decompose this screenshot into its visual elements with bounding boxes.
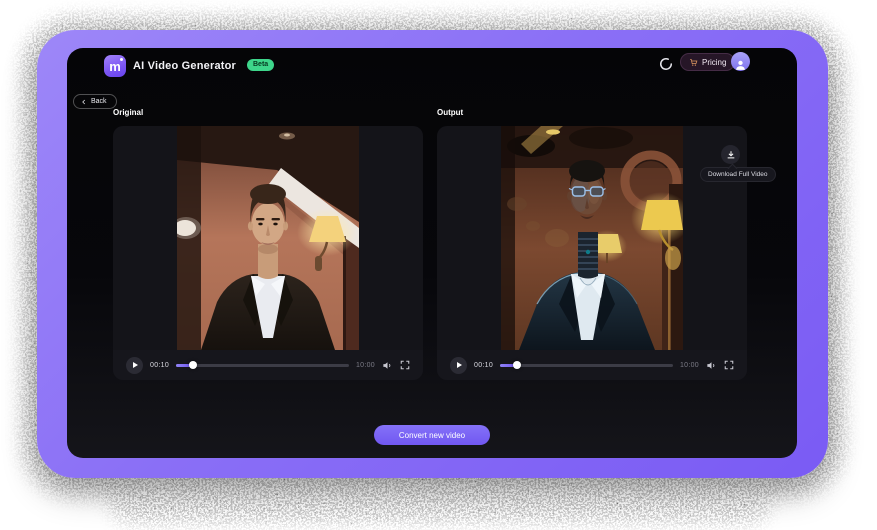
output-player-controls: 00:10 10:00 [437,350,747,380]
play-icon [133,362,138,368]
volume-icon [706,360,717,371]
original-play-button[interactable] [126,357,143,374]
play-icon [457,362,462,368]
page-background: m AI Video Generator Beta Pricing [0,0,877,530]
output-video-frame[interactable] [501,126,683,350]
original-volume-button[interactable] [382,360,393,371]
download-tooltip: Download Full Video [700,167,776,182]
output-fullscreen-button[interactable] [724,360,734,370]
output-video-illustration [501,126,683,350]
original-duration: 10:00 [356,362,375,369]
back-label: Back [91,98,107,105]
original-current-time: 00:10 [150,362,169,369]
back-button[interactable]: Back [73,94,117,109]
original-seek-slider[interactable] [176,364,349,367]
app-title: AI Video Generator [133,60,236,72]
download-icon [726,150,736,160]
download-button[interactable] [721,145,740,164]
original-fullscreen-button[interactable] [400,360,410,370]
beta-badge: Beta [247,59,274,71]
output-panel-label: Output [437,108,463,117]
loading-spinner-icon [659,57,673,71]
volume-icon [382,360,393,371]
pricing-button[interactable]: Pricing [680,53,735,71]
original-video-frame[interactable] [177,126,359,350]
purple-device-frame: m AI Video Generator Beta Pricing [37,30,828,478]
original-seek-thumb[interactable] [189,361,197,369]
original-video-card: 00:10 10:00 [113,126,423,380]
person-icon [734,58,747,71]
output-play-button[interactable] [450,357,467,374]
pricing-label: Pricing [702,58,726,67]
cart-icon [689,58,698,67]
logo-letter: m [109,60,121,73]
output-duration: 10:00 [680,362,699,369]
output-seek-slider[interactable] [500,364,673,367]
output-volume-button[interactable] [706,360,717,371]
original-panel-label: Original [113,108,143,117]
output-seek-fill [500,364,517,367]
convert-new-video-button[interactable]: Convert new video [374,425,490,445]
output-current-time: 00:10 [474,362,493,369]
original-seek-fill [176,364,193,367]
output-video-card: 00:10 10:00 [437,126,747,380]
fullscreen-icon [724,360,734,370]
original-player-controls: 00:10 10:00 [113,350,423,380]
user-avatar[interactable] [731,52,750,71]
app-window: m AI Video Generator Beta Pricing [67,48,797,458]
fullscreen-icon [400,360,410,370]
output-seek-thumb[interactable] [513,361,521,369]
app-header: m AI Video Generator Beta Pricing [67,48,797,84]
app-logo[interactable]: m [104,55,126,77]
chevron-left-icon [81,99,87,105]
original-video-illustration [177,126,359,350]
